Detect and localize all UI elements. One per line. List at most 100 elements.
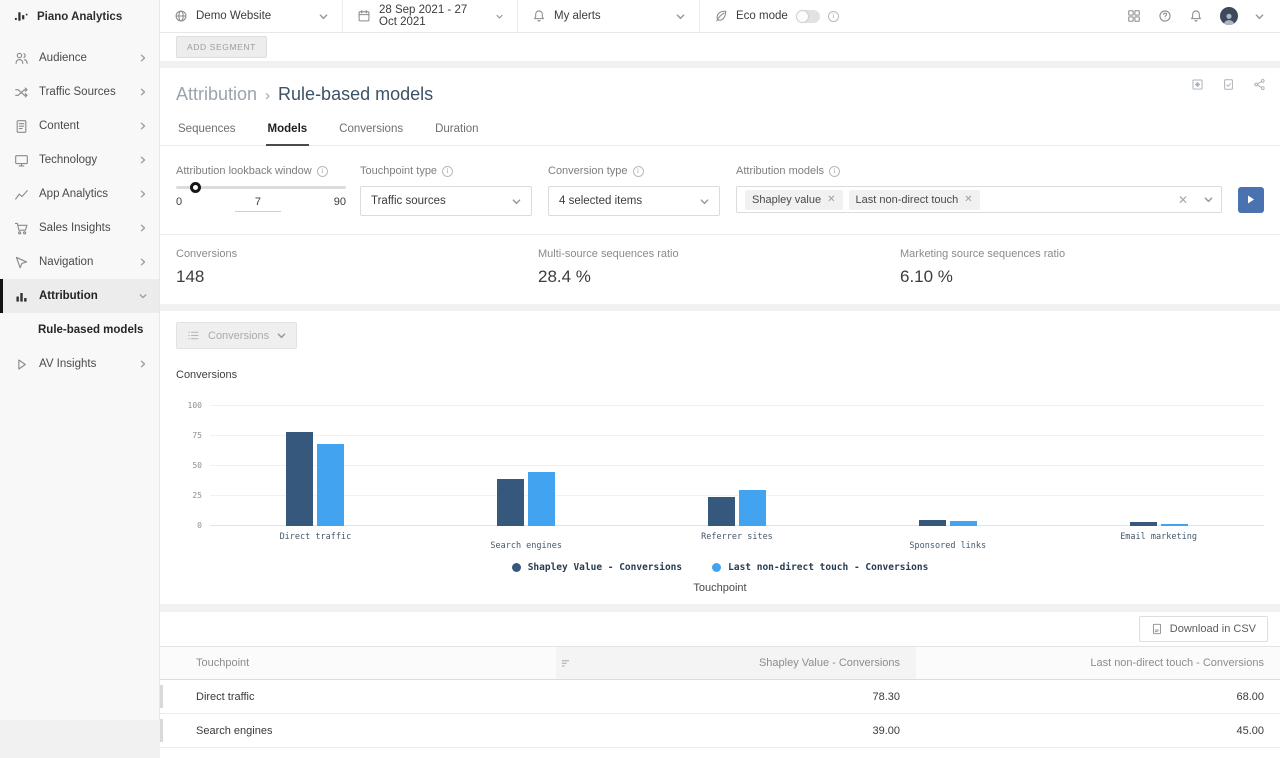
metric-selector[interactable]: Conversions: [176, 322, 297, 349]
piano-analytics-logo: [14, 9, 29, 24]
tab-models[interactable]: Models: [266, 119, 310, 146]
user-avatar[interactable]: [1220, 7, 1238, 25]
chevron-down-icon[interactable]: [1204, 195, 1213, 204]
alerts-selector[interactable]: My alerts: [518, 0, 700, 32]
touchpoint-type-select[interactable]: Traffic sources: [360, 186, 532, 216]
info-icon: i: [442, 166, 453, 177]
lookback-label: Attribution lookback window: [176, 165, 312, 177]
sidebar-item-label: AV Insights: [39, 358, 129, 370]
breadcrumb: Attribution › Rule-based models: [176, 68, 1264, 105]
share-icon[interactable]: [1253, 78, 1266, 91]
export-icon[interactable]: [1222, 78, 1235, 91]
bar[interactable]: [317, 444, 344, 526]
sidebar-item-label: Sales Insights: [39, 222, 129, 234]
filter-icon[interactable]: [562, 659, 571, 668]
notifications-bell-icon[interactable]: [1189, 9, 1203, 23]
table-row[interactable]: Direct traffic78.3068.00: [160, 680, 1280, 714]
bar-group: Direct traffic: [210, 406, 421, 526]
legend-label: Shapley Value - Conversions: [528, 562, 682, 573]
sidebar-item-attribution[interactable]: Attribution: [0, 279, 159, 313]
table-body: Direct traffic78.3068.00Search engines39…: [160, 680, 1280, 748]
sidebar-subitem-rule-based-models[interactable]: Rule-based models: [0, 313, 159, 347]
kpi-label: Marketing source sequences ratio: [900, 248, 1262, 260]
download-csv-button[interactable]: Download in CSV: [1139, 616, 1268, 642]
breadcrumb-separator: ›: [265, 87, 270, 104]
column-header-last-non-direct[interactable]: Last non-direct touch - Conversions: [916, 657, 1280, 669]
sidebar-item-navigation[interactable]: Navigation: [0, 245, 159, 279]
breadcrumb-parent[interactable]: Attribution: [176, 84, 257, 105]
touchpoint-type-label: Touchpoint type: [360, 165, 437, 177]
info-icon: i: [828, 11, 839, 22]
tab-sequences[interactable]: Sequences: [176, 119, 238, 145]
category-label: Referrer sites: [701, 532, 773, 542]
column-header-label: Shapley Value - Conversions: [759, 657, 900, 669]
save-icon[interactable]: [1191, 78, 1204, 91]
kpi-multi-source-ratio: Multi-source sequences ratio 28.4 %: [538, 248, 900, 287]
bar[interactable]: [1161, 524, 1188, 526]
sidebar-item-traffic-sources[interactable]: Traffic Sources: [0, 75, 159, 109]
column-header-shapley[interactable]: Shapley Value - Conversions: [556, 647, 916, 679]
cell-touchpoint: Search engines: [160, 725, 556, 737]
monitor-icon: [14, 153, 29, 168]
slider-handle[interactable]: [190, 182, 201, 193]
play-outline-icon: [14, 357, 29, 372]
sidebar-item-technology[interactable]: Technology: [0, 143, 159, 177]
bar[interactable]: [286, 432, 313, 526]
legend-dot: [712, 563, 721, 572]
chevron-right-icon: [139, 190, 147, 198]
sidebar-item-av-insights[interactable]: AV Insights: [0, 347, 159, 381]
site-selector[interactable]: Demo Website: [160, 0, 343, 32]
csv-file-icon: [1151, 623, 1163, 635]
y-tick-label: 50: [192, 461, 202, 470]
conversion-type-select[interactable]: 4 selected items: [548, 186, 720, 216]
table-row-partial: [160, 748, 1280, 758]
cart-icon: [14, 221, 29, 236]
sidebar-item-app-analytics[interactable]: App Analytics: [0, 177, 159, 211]
brand[interactable]: Piano Analytics: [0, 0, 159, 33]
bar[interactable]: [528, 472, 555, 526]
info-icon: i: [317, 166, 328, 177]
sidebar-item-sales-insights[interactable]: Sales Insights: [0, 211, 159, 245]
apps-grid-icon[interactable]: [1127, 9, 1141, 23]
attribution-models-input[interactable]: Shapley value✕ Last non-direct touch✕ ✕: [736, 186, 1222, 213]
bar[interactable]: [708, 497, 735, 526]
bar[interactable]: [739, 490, 766, 526]
bar[interactable]: [919, 520, 946, 526]
play-icon: [1247, 195, 1255, 204]
sidebar-item-content[interactable]: Content: [0, 109, 159, 143]
metric-selector-label: Conversions: [208, 330, 269, 342]
legend-item[interactable]: Shapley Value - Conversions: [512, 562, 682, 573]
chevron-down-icon: [700, 197, 709, 206]
add-segment-button[interactable]: ADD SEGMENT: [176, 36, 267, 58]
table-row[interactable]: Search engines39.0045.00: [160, 714, 1280, 748]
tab-conversions[interactable]: Conversions: [337, 119, 405, 145]
remove-chip-icon[interactable]: ✕: [827, 194, 835, 205]
attribution-models-filter: Attribution modelsi Shapley value✕ Last …: [736, 165, 1264, 213]
lookback-slider[interactable]: [176, 186, 346, 189]
help-icon[interactable]: [1158, 9, 1172, 23]
sidebar-item-audience[interactable]: Audience: [0, 41, 159, 75]
lookback-value-input[interactable]: 7: [235, 196, 281, 212]
model-chip[interactable]: Last non-direct touch✕: [849, 190, 980, 210]
chevron-down-icon: [139, 292, 147, 300]
chevron-right-icon: [139, 88, 147, 96]
bar[interactable]: [497, 479, 524, 526]
bar[interactable]: [1130, 522, 1157, 526]
chevron-down-icon[interactable]: [1255, 12, 1264, 21]
column-header-touchpoint[interactable]: Touchpoint: [160, 657, 556, 669]
table-header: Touchpoint Shapley Value - Conversions L…: [160, 646, 1280, 680]
bar-group: Email marketing: [1053, 406, 1264, 526]
date-range-picker[interactable]: 28 Sep 2021 - 27 Oct 2021: [343, 0, 518, 32]
sidebar-item-label: Navigation: [39, 256, 129, 268]
clear-all-icon[interactable]: ✕: [1178, 193, 1188, 207]
eco-mode-toggle[interactable]: [796, 10, 820, 23]
run-button[interactable]: [1238, 187, 1264, 213]
remove-chip-icon[interactable]: ✕: [964, 194, 972, 205]
sidebar-subitem-label: Rule-based models: [38, 324, 143, 336]
cell-value: 68.00: [916, 691, 1280, 703]
tab-duration[interactable]: Duration: [433, 119, 480, 145]
model-chip[interactable]: Shapley value✕: [745, 190, 843, 210]
bar[interactable]: [950, 521, 977, 526]
legend-item[interactable]: Last non-direct touch - Conversions: [712, 562, 928, 573]
bell-icon: [532, 9, 546, 23]
